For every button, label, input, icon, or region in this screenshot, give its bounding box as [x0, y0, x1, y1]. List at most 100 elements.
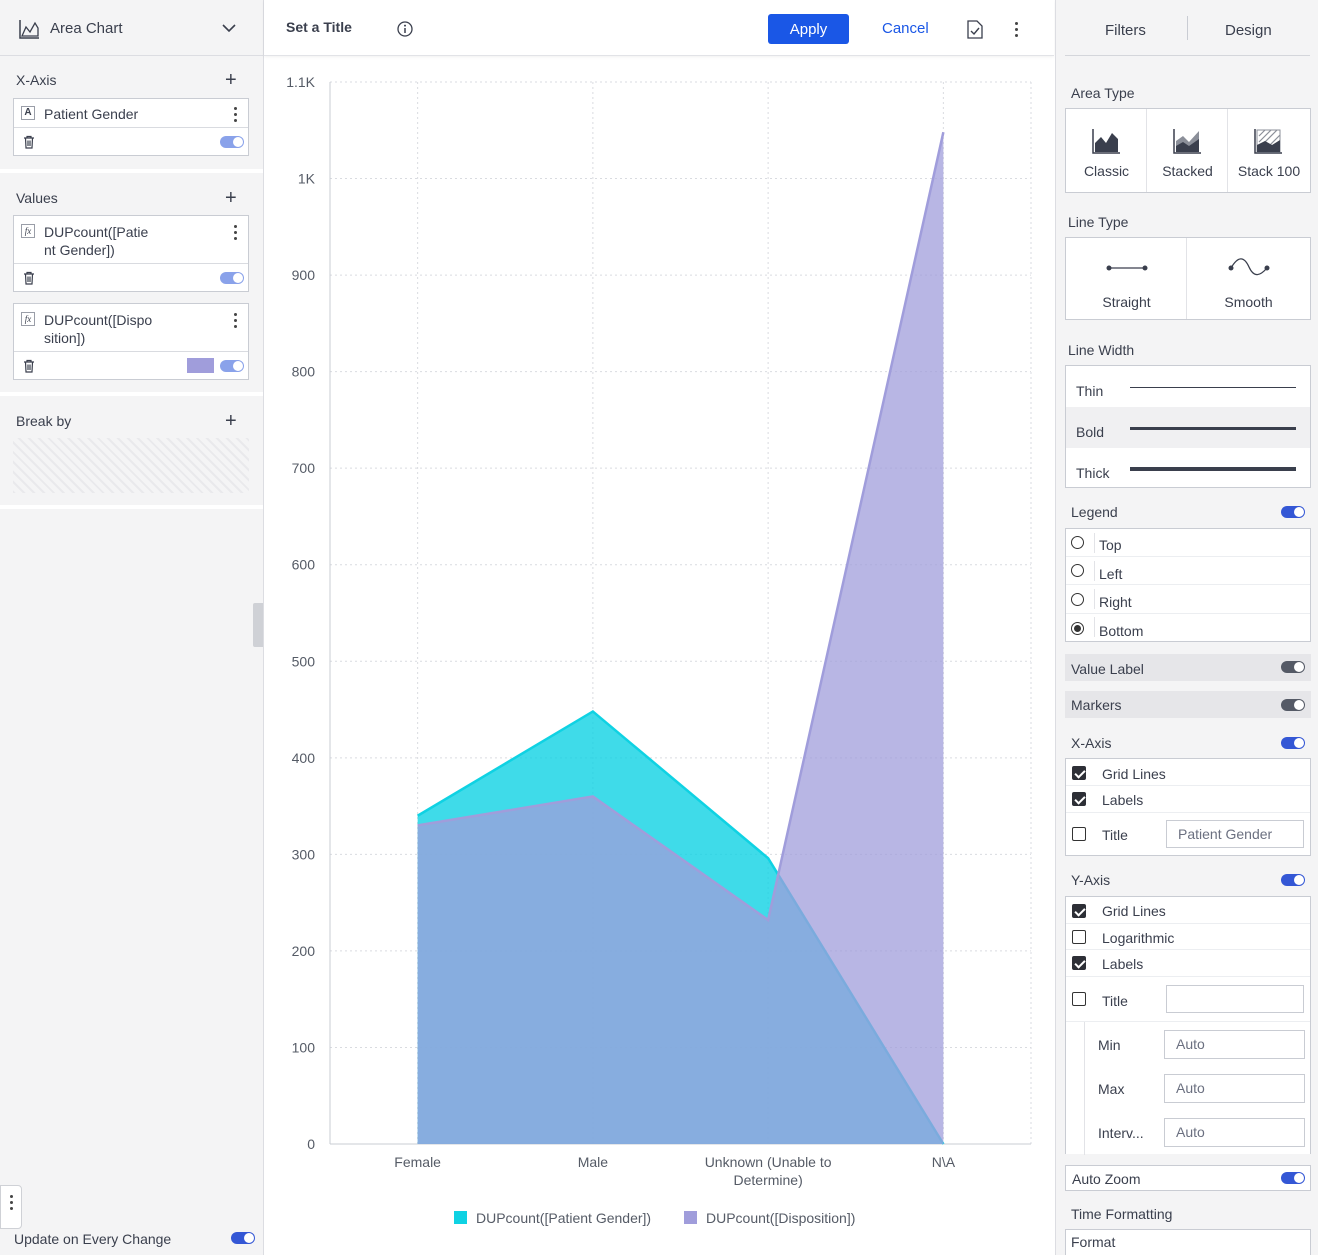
- y-axis-toggle[interactable]: [1281, 874, 1305, 886]
- value-field-toggle[interactable]: [220, 272, 244, 284]
- apply-button[interactable]: Apply: [768, 14, 849, 44]
- markers-title: Markers: [1071, 697, 1122, 713]
- x-axis-toggle[interactable]: [1281, 737, 1305, 749]
- time-formatting-title: Time Formatting: [1071, 1206, 1173, 1222]
- tab-filters[interactable]: Filters: [1105, 22, 1146, 39]
- y-grid-lines-checkbox[interactable]: [1072, 904, 1086, 918]
- legend-option-right[interactable]: Right: [1066, 585, 1310, 614]
- more-options-icon[interactable]: [1015, 22, 1019, 40]
- markers-toggle[interactable]: [1281, 699, 1305, 711]
- y-max-input[interactable]: Auto: [1164, 1074, 1305, 1103]
- y-axis-title-input[interactable]: [1166, 985, 1304, 1013]
- break-by-drop-zone[interactable]: [13, 438, 249, 493]
- field-menu-icon[interactable]: [234, 225, 238, 243]
- y-tick-label: 600: [292, 557, 316, 573]
- y-tick-label: 1K: [298, 171, 316, 187]
- update-every-change-label: Update on Every Change: [14, 1231, 172, 1247]
- legend-toggle[interactable]: [1281, 506, 1305, 518]
- area-chart: 0 100 200 300 400 500 600 700 800 900 1K 1.1K Female…: [286, 74, 1032, 1226]
- legend-option-top[interactable]: Top: [1066, 529, 1310, 557]
- auto-zoom-toggle[interactable]: [1281, 1172, 1305, 1184]
- area-type-stacked[interactable]: Stacked: [1147, 109, 1228, 192]
- line-width-label: Thin: [1076, 383, 1104, 399]
- area-type-label: Stack 100: [1237, 163, 1301, 179]
- trash-icon[interactable]: [23, 135, 35, 149]
- legend-radio[interactable]: [1071, 564, 1084, 577]
- legend-radio[interactable]: [1071, 536, 1084, 549]
- add-value-icon[interactable]: +: [225, 188, 237, 208]
- area-chart-icon: [19, 20, 39, 39]
- area-type-label: Stacked: [1162, 163, 1213, 179]
- value-field-line2[interactable]: sition]): [44, 330, 85, 346]
- y-tick-label: 0: [307, 1136, 315, 1152]
- y-labels-checkbox[interactable]: [1072, 956, 1086, 970]
- y-interval-input[interactable]: Auto: [1164, 1118, 1305, 1147]
- smooth-line-icon: [1228, 258, 1270, 276]
- x-axis-field-toggle[interactable]: [220, 136, 244, 148]
- legend-title: Legend: [1071, 504, 1118, 520]
- y-labels-label: Labels: [1102, 956, 1144, 972]
- area-type-classic[interactable]: Classic: [1066, 109, 1147, 192]
- y-title-label: Title: [1102, 993, 1128, 1009]
- x-axis-title-input[interactable]: Patient Gender: [1166, 820, 1304, 848]
- info-icon[interactable]: [397, 21, 413, 37]
- value-field-line2[interactable]: nt Gender]): [44, 242, 115, 258]
- value-field-line1[interactable]: DUPcount([Dispo: [44, 312, 152, 328]
- tab-design[interactable]: Design: [1225, 22, 1272, 39]
- chevron-down-icon[interactable]: [222, 24, 236, 33]
- line-type-label: Straight: [1102, 294, 1151, 310]
- legend-option-label: Left: [1099, 566, 1123, 582]
- panel-collapse-handle[interactable]: [253, 603, 263, 647]
- line-width-thick[interactable]: Thick: [1066, 448, 1310, 487]
- legend-radio[interactable]: [1071, 593, 1084, 606]
- stacked-area-icon: [1173, 129, 1201, 154]
- save-file-icon[interactable]: [966, 20, 983, 39]
- x-title-checkbox[interactable]: [1072, 827, 1086, 841]
- add-x-axis-icon[interactable]: +: [225, 70, 237, 90]
- y-title-checkbox[interactable]: [1072, 992, 1086, 1006]
- y-logarithmic-checkbox[interactable]: [1072, 930, 1086, 944]
- y-grid-lines-label: Grid Lines: [1102, 903, 1166, 919]
- x-labels-checkbox[interactable]: [1072, 792, 1086, 806]
- tab-separator: [1187, 16, 1188, 40]
- legend-option-left[interactable]: Left: [1066, 557, 1310, 585]
- legend-swatch: [684, 1211, 697, 1224]
- value-label-toggle[interactable]: [1281, 661, 1305, 673]
- value-field-card: fx DUPcount([Patie nt Gender]): [13, 215, 249, 292]
- line-width-bold[interactable]: Bold: [1066, 407, 1310, 448]
- add-break-by-icon[interactable]: +: [225, 411, 237, 431]
- y-tick-label: 300: [292, 846, 316, 862]
- x-axis-field-name[interactable]: Patient Gender: [44, 106, 138, 122]
- series-color-swatch[interactable]: [187, 358, 214, 373]
- value-field-line1[interactable]: DUPcount([Patie: [44, 224, 148, 240]
- trash-icon[interactable]: [23, 271, 35, 285]
- y-min-input[interactable]: Auto: [1164, 1030, 1305, 1059]
- trash-icon[interactable]: [23, 359, 35, 373]
- value-field-toggle[interactable]: [220, 360, 244, 372]
- chart-type-selector[interactable]: Area Chart: [0, 0, 263, 56]
- line-type-straight[interactable]: Straight: [1066, 238, 1187, 319]
- y-tick-label: 200: [292, 943, 316, 959]
- x-grid-lines-checkbox[interactable]: [1072, 766, 1086, 780]
- x-tick-label: Female: [394, 1154, 441, 1170]
- line-width-thin[interactable]: Thin: [1066, 366, 1310, 407]
- x-tick-label: Male: [578, 1154, 609, 1170]
- divider: [0, 392, 263, 396]
- area-type-stack100[interactable]: Stack 100: [1228, 109, 1310, 192]
- y-max-label: Max: [1098, 1081, 1125, 1097]
- field-menu-icon[interactable]: [234, 313, 238, 331]
- legend-option-label: Top: [1099, 537, 1122, 553]
- value-label-title: Value Label: [1071, 661, 1144, 677]
- area-type-label: Classic: [1083, 163, 1130, 179]
- legend-radio-selected[interactable]: [1071, 622, 1084, 635]
- legend-option-bottom[interactable]: Bottom: [1066, 614, 1310, 641]
- left-panel: Area Chart X-Axis + A Patient Gender Val…: [0, 0, 264, 1255]
- cancel-button[interactable]: Cancel: [882, 20, 929, 37]
- settings-dots-icon[interactable]: [0, 1185, 22, 1229]
- update-every-change-toggle[interactable]: [231, 1232, 255, 1244]
- line-type-smooth[interactable]: Smooth: [1187, 238, 1310, 319]
- chart-title-input[interactable]: Set a Title: [286, 19, 352, 35]
- auto-zoom-row: Auto Zoom: [1065, 1165, 1311, 1191]
- auto-zoom-title: Auto Zoom: [1072, 1171, 1141, 1187]
- field-menu-icon[interactable]: [234, 107, 238, 125]
